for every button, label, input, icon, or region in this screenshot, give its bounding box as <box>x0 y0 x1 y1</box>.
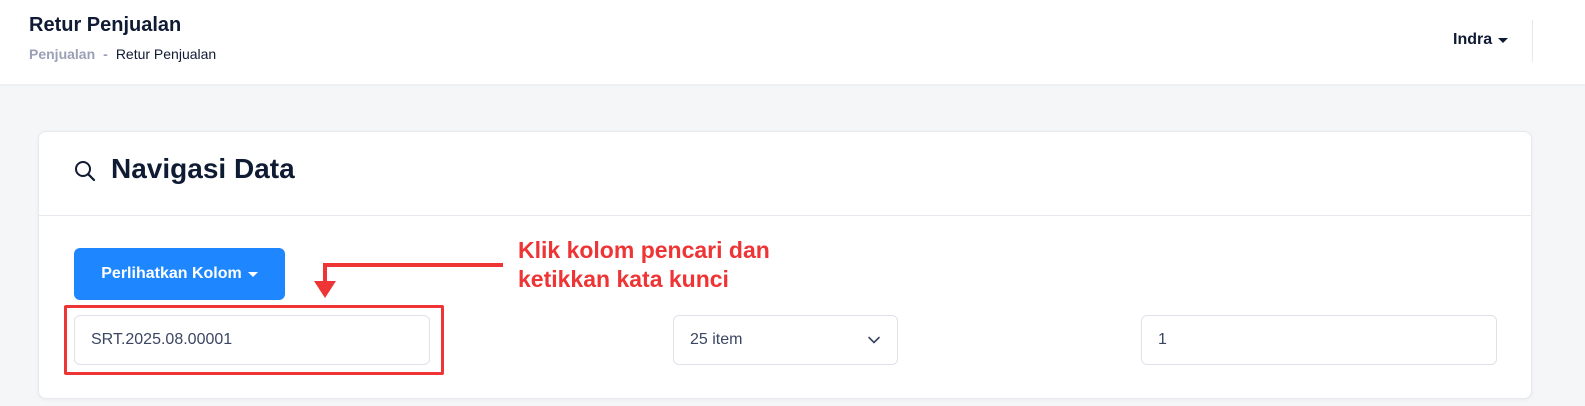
annotation-line-2: ketikkan kata kunci <box>518 266 729 292</box>
search-input-value: SRT.2025.08.00001 <box>91 331 233 348</box>
breadcrumb-separator: - <box>103 46 108 62</box>
annotation-line-1: Klik kolom pencari dan <box>518 237 770 263</box>
card-header: Navigasi Data <box>39 132 1531 216</box>
card-title: Navigasi Data <box>111 153 295 184</box>
header-divider <box>1532 20 1533 62</box>
breadcrumb: Penjualan - Retur Penjualan <box>29 46 216 62</box>
per-page-select[interactable]: 25 item <box>673 315 898 365</box>
chevron-down-icon <box>868 336 880 344</box>
page-number-input[interactable]: 1 <box>1141 315 1497 365</box>
search-input[interactable]: SRT.2025.08.00001 <box>74 315 430 365</box>
annotation-text: Klik kolom pencari dan ketikkan kata kun… <box>518 236 770 294</box>
page-title: Retur Penjualan <box>29 14 182 36</box>
caret-down-icon <box>1498 37 1509 43</box>
page-number-value: 1 <box>1158 331 1167 348</box>
show-columns-button[interactable]: Perlihatkan Kolom <box>74 248 285 300</box>
caret-down-icon <box>247 271 258 277</box>
user-name: Indra <box>1453 31 1493 48</box>
search-icon <box>73 159 97 183</box>
breadcrumb-parent-link[interactable]: Penjualan <box>29 46 95 62</box>
breadcrumb-current: Retur Penjualan <box>115 46 217 62</box>
user-menu-dropdown[interactable]: Indra <box>1453 31 1509 49</box>
show-columns-label: Perlihatkan Kolom <box>101 265 242 282</box>
navigation-card: Navigasi Data Perlihatkan Kolom SRT.2025… <box>38 131 1532 399</box>
top-bar: Retur Penjualan Penjualan - Retur Penjua… <box>0 0 1585 84</box>
per-page-value: 25 item <box>690 331 743 348</box>
